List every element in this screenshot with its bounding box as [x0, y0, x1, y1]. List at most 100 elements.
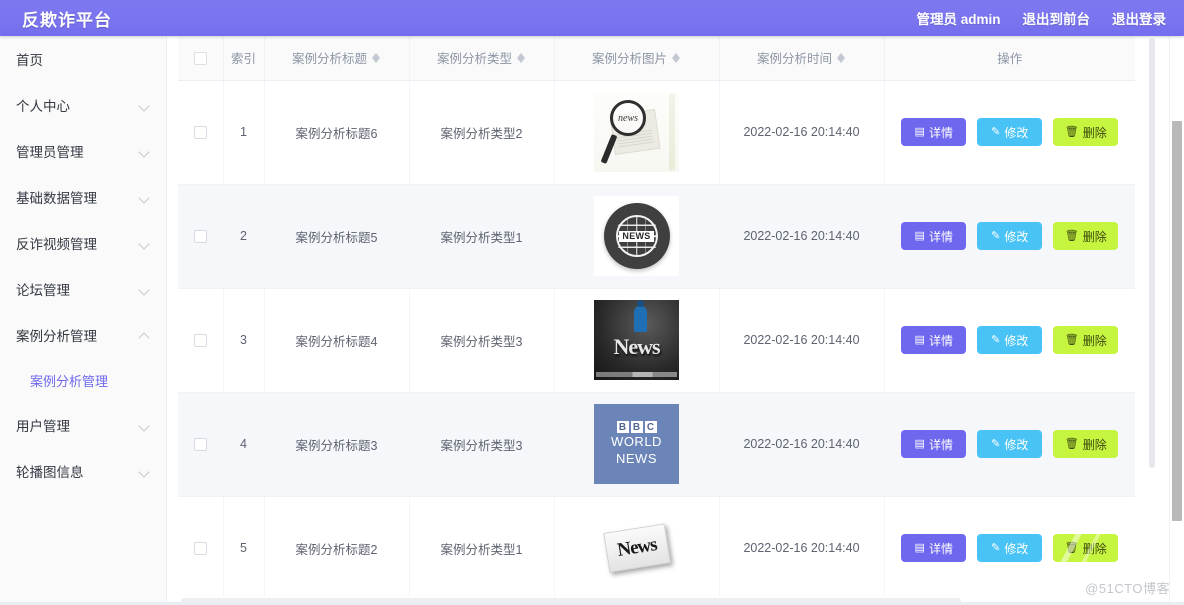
sidebar-item-carousel-info[interactable]: 轮播图信息	[0, 448, 166, 494]
cell-image[interactable]: News	[554, 288, 720, 393]
button-label: 详情	[928, 125, 953, 140]
sidebar-item-home[interactable]: 首页	[0, 36, 166, 82]
sidebar-item-forum-management[interactable]: 论坛管理	[0, 266, 166, 312]
news-dark-thumb[interactable]: News	[594, 300, 679, 380]
button-label: 删除	[1082, 229, 1107, 244]
row-checkbox[interactable]	[193, 542, 207, 556]
table-header-row: 索引 案例分析标题 案例分析类型 案例分析图片 案例分析时间 操作	[178, 36, 1135, 81]
table-row[interactable]: 5 案例分析标题2 案例分析类型1 News 2022-02-16 20:14:…	[178, 496, 1135, 601]
document-icon: ▤	[914, 229, 925, 242]
th-label: 索引	[230, 52, 256, 67]
cell-time: 2022-02-16 20:14:40	[719, 80, 885, 185]
button-label: 修改	[1004, 333, 1029, 348]
trash-icon: 🗑	[1064, 437, 1079, 450]
cell-select[interactable]	[178, 184, 224, 289]
thumb-word: NEWS	[616, 451, 657, 466]
cell-select[interactable]	[178, 288, 224, 393]
logout-link[interactable]: 退出登录	[1112, 8, 1166, 28]
button-label: 删除	[1082, 541, 1107, 556]
delete-button[interactable]: 🗑 删除	[1053, 430, 1119, 458]
th-title[interactable]: 案例分析标题	[264, 36, 410, 81]
news-magnifier-thumb[interactable]: news	[594, 92, 679, 172]
table-row[interactable]: 4 案例分析标题3 案例分析类型3 B B C WORLD NEWS 2022-…	[178, 392, 1135, 497]
sidebar-item-antifraud-video-management[interactable]: 反诈视频管理	[0, 220, 166, 266]
document-icon: ▤	[914, 333, 925, 346]
cell-select[interactable]	[178, 496, 224, 601]
th-image[interactable]: 案例分析图片	[554, 36, 720, 81]
delete-button[interactable]: 🗑 删除	[1053, 222, 1119, 250]
sort-icon[interactable]	[672, 51, 681, 65]
sidebar-item-label: 管理员管理	[16, 145, 84, 160]
button-label: 详情	[928, 437, 953, 452]
detail-button[interactable]: ▤ 详情	[901, 118, 967, 146]
exit-to-frontend-link[interactable]: 退出到前台	[1023, 8, 1091, 28]
sidebar-item-case-analysis-management[interactable]: 案例分析管理	[0, 312, 166, 358]
button-label: 详情	[928, 333, 953, 348]
thumb-word: WORLD	[611, 434, 662, 450]
th-label: 操作	[997, 52, 1023, 67]
person-silhouette-shape	[634, 300, 647, 332]
delete-button[interactable]: 🗑 删除	[1053, 118, 1119, 146]
table-vertical-scrollbar[interactable]	[1148, 36, 1156, 605]
row-checkbox[interactable]	[193, 126, 207, 140]
chevron-up-icon	[139, 330, 150, 341]
sidebar-item-admin-management[interactable]: 管理员管理	[0, 128, 166, 174]
button-label: 删除	[1082, 125, 1107, 140]
cell-title: 案例分析标题4	[264, 288, 410, 393]
th-time[interactable]: 案例分析时间	[719, 36, 885, 81]
edit-button[interactable]: ✎ 修改	[977, 430, 1043, 458]
cell-title: 案例分析标题6	[264, 80, 410, 185]
detail-button[interactable]: ▤ 详情	[901, 222, 967, 250]
sort-icon[interactable]	[837, 51, 846, 65]
row-checkbox[interactable]	[193, 438, 207, 452]
button-label: 修改	[1004, 229, 1029, 244]
cell-select[interactable]	[178, 392, 224, 497]
sidebar-item-base-data-management[interactable]: 基础数据管理	[0, 174, 166, 220]
news-globe-thumb[interactable]: NEWS	[594, 196, 679, 276]
table-row[interactable]: 2 案例分析标题5 案例分析类型1 NEWS 2022-02-16 20:14:…	[178, 184, 1135, 289]
sidebar-item-personal-center[interactable]: 个人中心	[0, 82, 166, 128]
bbc-world-news-thumb[interactable]: B B C WORLD NEWS	[594, 404, 679, 484]
edit-button[interactable]: ✎ 修改	[977, 118, 1043, 146]
pencil-icon: ✎	[991, 333, 1001, 346]
th-select-all[interactable]	[178, 36, 224, 81]
sidebar-item-label: 用户管理	[16, 419, 70, 434]
app-root: 反欺诈平台 管理员 admin 退出到前台 退出登录 首页 个人中心 管理员管理…	[0, 0, 1184, 605]
delete-button[interactable]: 🗑 删除	[1053, 326, 1119, 354]
table-scroll-thumb[interactable]	[1149, 38, 1155, 468]
bbc-logo: B B C	[616, 421, 657, 434]
cell-image[interactable]: B B C WORLD NEWS	[554, 392, 720, 497]
table-row[interactable]: 1 案例分析标题6 案例分析类型2 news 2022-02-16 20:14:…	[178, 80, 1135, 185]
detail-button[interactable]: ▤ 详情	[901, 534, 967, 562]
button-label: 修改	[1004, 541, 1029, 556]
edit-button[interactable]: ✎ 修改	[977, 534, 1043, 562]
detail-button[interactable]: ▤ 详情	[901, 326, 967, 354]
header-actions: 管理员 admin 退出到前台 退出登录	[916, 8, 1184, 28]
sidebar-subitem-case-analysis-management[interactable]: 案例分析管理	[0, 358, 166, 402]
page-scroll-thumb[interactable]	[1172, 121, 1182, 521]
news-paper-thumb[interactable]: News	[594, 508, 679, 588]
cell-image[interactable]: News	[554, 496, 720, 601]
edit-button[interactable]: ✎ 修改	[977, 222, 1043, 250]
th-index: 索引	[223, 36, 265, 81]
cell-operations: ▤ 详情 ✎ 修改 🗑 删除	[884, 496, 1135, 601]
sort-icon[interactable]	[517, 51, 526, 65]
edit-button[interactable]: ✎ 修改	[977, 326, 1043, 354]
sidebar-item-label: 首页	[16, 53, 43, 68]
cell-image[interactable]: news	[554, 80, 720, 185]
select-all-checkbox[interactable]	[193, 51, 207, 65]
th-type[interactable]: 案例分析类型	[409, 36, 555, 81]
cell-image[interactable]: NEWS	[554, 184, 720, 289]
sidebar-item-user-management[interactable]: 用户管理	[0, 402, 166, 448]
table-row[interactable]: 3 案例分析标题4 案例分析类型3 News 2022-02-16 20:14:…	[178, 288, 1135, 393]
detail-button[interactable]: ▤ 详情	[901, 430, 967, 458]
globe-icon: NEWS	[615, 215, 658, 257]
sort-icon[interactable]	[372, 51, 381, 65]
main-content: 索引 案例分析标题 案例分析类型 案例分析图片 案例分析时间 操作 1 案例分析…	[178, 36, 1184, 605]
delete-button[interactable]: 🗑 删除	[1053, 534, 1119, 562]
page-vertical-scrollbar[interactable]	[1169, 36, 1184, 605]
row-checkbox[interactable]	[193, 230, 207, 244]
row-checkbox[interactable]	[193, 334, 207, 348]
sidebar-nav[interactable]: 首页 个人中心 管理员管理 基础数据管理 反诈视频管理 论坛管理 案例分析管理 …	[0, 36, 167, 605]
cell-select[interactable]	[178, 80, 224, 185]
